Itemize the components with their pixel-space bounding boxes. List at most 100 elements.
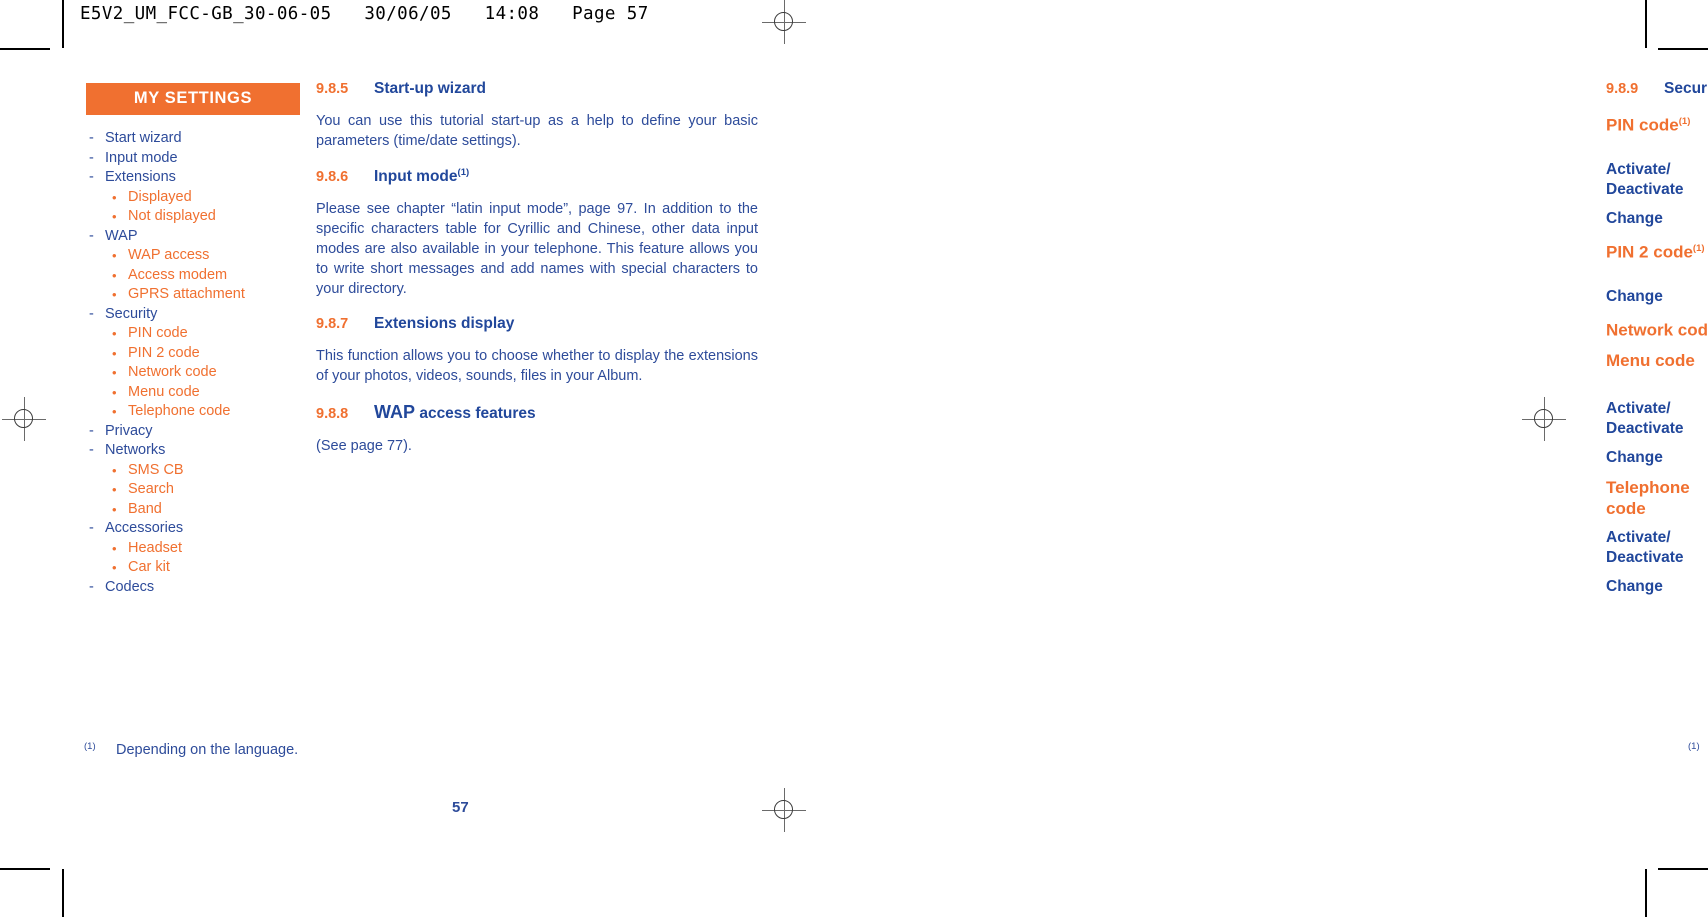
footnote-marker: (1) <box>1692 243 1705 254</box>
dash-icon: - <box>89 149 94 166</box>
bullet-icon: • <box>112 404 117 419</box>
sidebar-nav-list: - Start wizard - Input mode - Extensions • Disp… <box>86 129 300 597</box>
security-definition-list: PIN code(1)The SIM card protection code … <box>1606 111 1708 597</box>
page-number-left: 57 <box>452 799 469 816</box>
table-row: Network code(1)Password requested for ne… <box>1606 316 1708 341</box>
chapter-toc-sidebar: MY SETTINGS - Start wizard - Input mode - Ext… <box>86 83 300 597</box>
footnote-marker: (1) <box>457 167 470 178</box>
definition-term-label: Change <box>1606 210 1663 227</box>
definition-term-label: PIN 2 code <box>1606 242 1693 262</box>
sidebar-item-label: Security <box>105 305 158 322</box>
section-heading-9-8-8: 9.8.8 WAP access features <box>316 402 758 423</box>
sidebar-subitem-label: Band <box>128 500 162 517</box>
bullet-icon: • <box>112 384 117 400</box>
sidebar-subitem-displayed[interactable]: • Displayed <box>86 188 300 208</box>
definition-term-label: Network code <box>1606 320 1708 340</box>
section-number: 9.8.5 <box>316 81 349 97</box>
definition-term: Change <box>1606 209 1708 229</box>
table-row: Activate/ DeactivateActivate (or cancel)… <box>1606 528 1708 568</box>
sidebar-item-label: Networks <box>105 442 166 458</box>
sidebar-subitem-label: Car kit <box>128 559 170 575</box>
bullet-icon: • <box>112 287 117 302</box>
sidebar-item-label: WAP <box>105 227 138 244</box>
dash-icon: - <box>89 578 94 595</box>
bullet-icon: • <box>112 326 117 341</box>
page-left: MY SETTINGS - Start wizard - Input mode - Ext… <box>0 0 800 917</box>
definition-term-label: Change <box>1606 288 1663 305</box>
sidebar-subitem-label: Displayed <box>128 188 192 205</box>
definition-term: Activate/ Deactivate <box>1606 399 1708 439</box>
sidebar-subitem-label: Not displayed <box>128 208 216 224</box>
sidebar-subitem-network-code[interactable]: • Network code <box>86 363 300 383</box>
sidebar-subitem-label: PIN code <box>128 325 188 341</box>
section-heading-9-8-6: 9.8.6 Input mode(1) <box>316 167 758 186</box>
section-body-9-8-7: This function allows you to choose wheth… <box>316 348 758 385</box>
sidebar-subitem-search[interactable]: • Search <box>86 480 300 500</box>
table-row: PIN 2 code(1)A protection code for certa… <box>1606 238 1708 278</box>
dash-icon: - <box>89 422 94 439</box>
definition-term: Change <box>1606 448 1708 468</box>
section-title: WAP access features <box>374 402 536 423</box>
definition-term-label: Change <box>1606 577 1663 595</box>
section-title: Input mode(1) <box>374 167 469 186</box>
sidebar-subitem-label: PIN 2 code <box>128 344 200 361</box>
sidebar-subitem-wap-access[interactable]: • WAP access <box>86 246 300 266</box>
sidebar-subitem-pin-2-code[interactable]: • PIN 2 code <box>86 344 300 364</box>
section-number: 9.8.9 <box>1606 81 1639 97</box>
sidebar-item-label: Privacy <box>105 422 153 439</box>
bullet-icon: • <box>112 501 117 517</box>
table-row: Activate/ DeactivateActivate (or cancel)… <box>1606 399 1708 439</box>
sidebar-subitem-access-modem[interactable]: • Access modem <box>86 266 300 286</box>
definition-term: Change <box>1606 287 1708 307</box>
definition-term: Change <box>1606 577 1708 597</box>
bullet-icon: • <box>112 540 117 556</box>
table-row: ChangeUpdate code (between 4 and 8 digit… <box>1606 448 1708 468</box>
section-heading-9-8-5: 9.8.5 Start-up wizard <box>316 80 758 98</box>
sidebar-subitem-label: SMS CB <box>128 461 184 478</box>
sidebar-subitem-label: Access modem <box>128 266 228 283</box>
sidebar-subitem-pin-code[interactable]: • PIN code <box>86 324 300 344</box>
page-right: 9.8.9 Security PIN code(1)The SIM card p… <box>800 0 1708 917</box>
sidebar-subitem-headset[interactable]: • Headset <box>86 539 300 559</box>
section-title: Security <box>1664 80 1708 97</box>
bullet-icon: • <box>112 462 117 478</box>
sidebar-item-networks[interactable]: - Networks <box>86 441 300 461</box>
sidebar-item-wap[interactable]: - WAP <box>86 227 300 247</box>
definition-term-label: PIN code <box>1606 115 1679 135</box>
sidebar-item-accessories[interactable]: - Accessories <box>86 519 300 539</box>
bullet-icon: • <box>112 248 117 263</box>
sidebar-subitem-label: Telephone code <box>128 403 231 419</box>
sidebar-item-start-wizard[interactable]: - Start wizard <box>86 129 300 149</box>
footnote-marker: (1) <box>1678 116 1691 127</box>
footnote-marker: (1) <box>84 741 96 752</box>
sidebar-subitem-label: GPRS attachment <box>128 286 245 302</box>
section-number: 9.8.8 <box>316 406 349 423</box>
sidebar-item-label: Start wizard <box>105 130 182 146</box>
definition-term-label: Activate/ Deactivate <box>1606 528 1684 566</box>
sidebar-subitem-not-displayed[interactable]: • Not displayed <box>86 207 300 227</box>
sidebar-item-label: Accessories <box>105 520 184 536</box>
dash-icon: - <box>89 442 94 458</box>
sidebar-subitem-gprs-attachment[interactable]: • GPRS attachment <box>86 285 300 305</box>
sidebar-subitem-telephone-code[interactable]: • Telephone code <box>86 402 300 422</box>
table-row: ChangeUpdate code (between 4 and 8 digit… <box>1606 577 1708 597</box>
table-row: PIN code(1)The SIM card protection code … <box>1606 111 1708 151</box>
sidebar-subitem-menu-code[interactable]: • Menu code <box>86 383 300 403</box>
section-number: 9.8.6 <box>316 169 349 186</box>
sidebar-item-input-mode[interactable]: - Input mode <box>86 149 300 169</box>
sidebar-item-privacy[interactable]: - Privacy <box>86 422 300 442</box>
sidebar-banner-title: MY SETTINGS <box>86 83 300 115</box>
sidebar-subitem-label: WAP access <box>128 247 210 263</box>
bullet-icon: • <box>112 560 117 575</box>
bullet-icon: • <box>112 189 117 205</box>
sidebar-item-security[interactable]: - Security <box>86 305 300 325</box>
sidebar-subitem-band[interactable]: • Band <box>86 500 300 520</box>
sidebar-item-codecs[interactable]: - Codecs <box>86 578 300 598</box>
sidebar-subitem-sms-cb[interactable]: • SMS CB <box>86 461 300 481</box>
sidebar-subitem-label: Headset <box>128 539 183 556</box>
sidebar-item-label: Extensions <box>105 169 176 185</box>
definition-term: Activate/ Deactivate <box>1606 528 1708 568</box>
sidebar-subitem-car-kit[interactable]: • Car kit <box>86 558 300 578</box>
sidebar-item-extensions[interactable]: - Extensions <box>86 168 300 188</box>
bullet-icon: • <box>112 345 117 361</box>
